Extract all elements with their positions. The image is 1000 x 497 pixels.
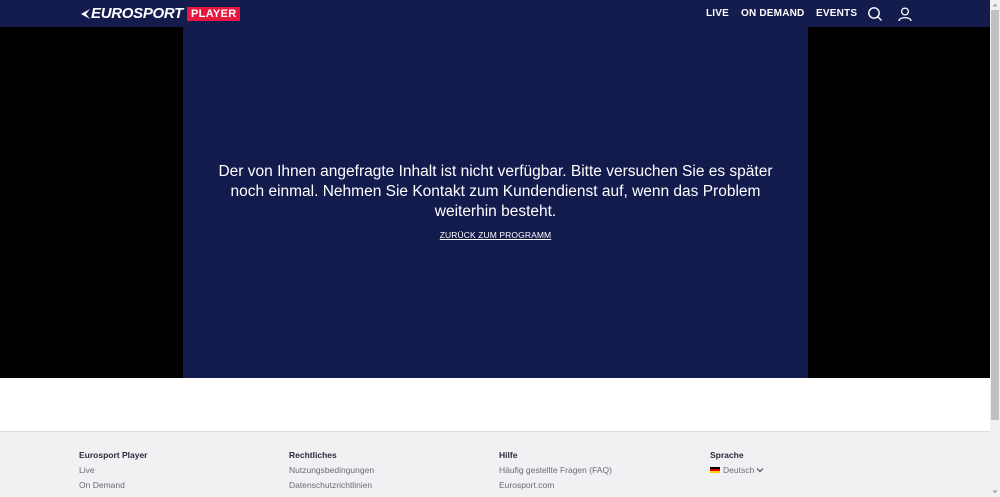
logo-star-icon — [81, 9, 90, 19]
footer-heading: Hilfe — [499, 450, 518, 460]
scroll-up-arrow-icon[interactable] — [990, 0, 1000, 10]
footer-link-terms[interactable]: Nutzungsbedingungen — [289, 465, 489, 480]
error-message: Der von Ihnen angefragte Inhalt ist nich… — [218, 163, 773, 220]
footer-link-on-demand[interactable]: On Demand — [79, 480, 279, 495]
nav-on-demand[interactable]: ON DEMAND — [741, 8, 804, 19]
page: EUROSPORT PLAYER LIVE ON DEMAND EVENTS D… — [0, 0, 990, 497]
footer-column-legal: Rechtliches Nutzungsbedingungen Datensch… — [289, 450, 489, 495]
footer-link-faq[interactable]: Häufig gestellte Fragen (FAQ) — [499, 465, 699, 480]
player-error-screen: Der von Ihnen angefragte Inhalt ist nich… — [183, 27, 808, 378]
top-navigation-bar: EUROSPORT PLAYER LIVE ON DEMAND EVENTS — [0, 0, 990, 27]
footer-link-privacy[interactable]: Datenschutzrichtlinien — [289, 480, 489, 495]
scrollbar-thumb[interactable] — [991, 10, 999, 420]
footer-column-eurosport-player: Eurosport Player Live On Demand — [79, 450, 279, 495]
video-player: Der von Ihnen angefragte Inhalt ist nich… — [0, 27, 990, 378]
footer: Eurosport Player Live On Demand Rechtlic… — [0, 431, 990, 497]
footer-heading: Rechtliches — [289, 450, 337, 460]
german-flag-icon — [710, 466, 720, 474]
nav-events[interactable]: EVENTS — [816, 8, 857, 19]
footer-column-help: Hilfe Häufig gestellte Fragen (FAQ) Euro… — [499, 450, 699, 495]
logo-text: EUROSPORT — [91, 5, 184, 22]
footer-heading: Eurosport Player — [79, 450, 148, 460]
page-scrollbar[interactable] — [990, 0, 1000, 497]
back-to-program-link[interactable]: ZURÜCK ZUM PROGRAMM — [183, 230, 808, 240]
footer-heading: Sprache — [710, 450, 744, 460]
scroll-down-arrow-icon[interactable] — [990, 487, 1000, 497]
footer-link-live[interactable]: Live — [79, 465, 279, 480]
language-selector[interactable]: Deutsch — [710, 465, 910, 475]
logo-badge: PLAYER — [187, 7, 241, 21]
search-icon[interactable] — [867, 6, 883, 22]
footer-column-language: Sprache Deutsch — [710, 450, 910, 475]
user-icon[interactable] — [897, 6, 913, 22]
nav-live[interactable]: LIVE — [706, 8, 729, 19]
eurosport-player-logo[interactable]: EUROSPORT PLAYER — [80, 5, 241, 22]
footer-link-eurosport-com[interactable]: Eurosport.com — [499, 480, 699, 495]
language-label: Deutsch — [723, 465, 755, 475]
chevron-down-icon — [756, 468, 764, 473]
